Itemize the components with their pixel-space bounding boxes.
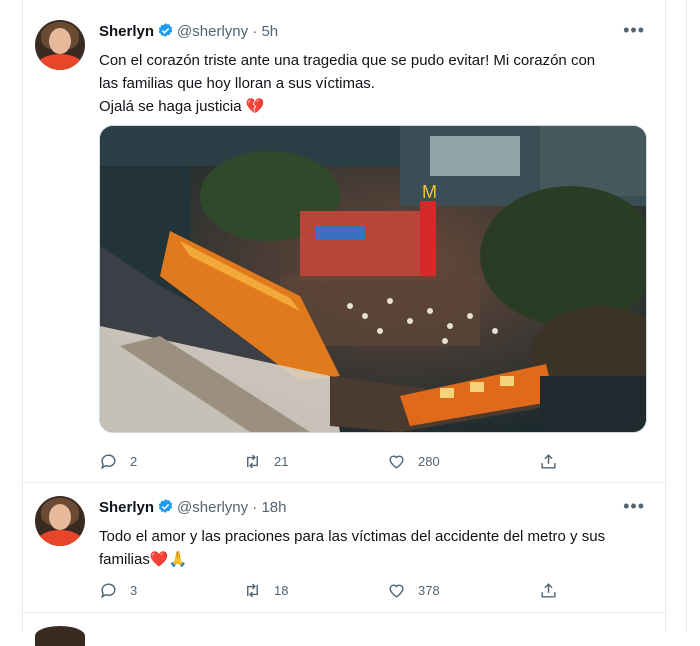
- svg-text:M: M: [422, 182, 437, 202]
- reply-button[interactable]: 2: [99, 451, 137, 471]
- tweet-image[interactable]: M: [99, 125, 647, 433]
- like-count: 280: [418, 453, 440, 469]
- retweet-icon: [247, 583, 258, 597]
- author-handle[interactable]: @sherlyny: [177, 499, 248, 516]
- tweet-text-line: Todo el amor y las praciones para las ví…: [99, 528, 606, 545]
- tweet-time[interactable]: 18h: [261, 499, 286, 516]
- tweet[interactable]: Sherlyn @sherlyny · 18h ••• Todo el amor …: [23, 482, 665, 613]
- author-name[interactable]: Sherlyn: [99, 499, 154, 516]
- tweet-header: Sherlyn @sherlyny · 18h: [99, 498, 287, 521]
- author-handle[interactable]: @sherlyny: [177, 23, 248, 40]
- retweet-button[interactable]: 18: [243, 580, 288, 600]
- tweet-text: Con el corazón triste ante una tragedia …: [99, 49, 649, 118]
- more-icon[interactable]: •••: [623, 496, 645, 517]
- share-button[interactable]: [539, 451, 570, 471]
- separator: ·: [252, 23, 258, 40]
- tweet-text: Todo el amor y las praciones para las ví…: [99, 525, 649, 571]
- retweet-count: 21: [274, 453, 289, 469]
- tweet-time[interactable]: 5h: [261, 23, 278, 40]
- like-count: 378: [418, 582, 440, 598]
- heart-icon: [389, 584, 404, 598]
- verified-badge-icon: [157, 22, 174, 45]
- tweet-header: Sherlyn @sherlyny · 5h: [99, 22, 278, 45]
- separator: ·: [252, 499, 258, 516]
- retweet-button[interactable]: 21: [243, 451, 288, 471]
- metro-accident-photo: M: [100, 126, 646, 432]
- tweet-text-line: Ojalá se haga justicia 💔: [99, 98, 265, 115]
- share-button[interactable]: [539, 580, 570, 600]
- tweet-actions: 3 18 378: [99, 580, 619, 600]
- more-icon[interactable]: •••: [623, 20, 645, 41]
- reply-icon: [100, 582, 116, 598]
- like-button[interactable]: 378: [387, 580, 440, 600]
- reply-count: 3: [130, 582, 138, 598]
- share-icon: [541, 582, 556, 598]
- author-name[interactable]: Sherlyn: [99, 23, 154, 40]
- verified-badge-icon: [157, 498, 174, 521]
- reply-count: 2: [130, 453, 138, 469]
- divider: [686, 0, 687, 632]
- tweet-text-line: familias❤️🙏: [99, 551, 188, 568]
- tweet[interactable]: Sherlyn @sherlyny · 5h ••• Con el corazón…: [23, 8, 665, 483]
- heart-icon: [389, 455, 404, 469]
- share-icon: [541, 453, 556, 469]
- retweet-icon: [247, 454, 258, 468]
- reply-icon: [100, 453, 116, 469]
- avatar[interactable]: [35, 496, 85, 546]
- tweet-actions: 2 21 280: [99, 451, 619, 471]
- avatar[interactable]: [35, 626, 85, 646]
- reply-button[interactable]: 3: [99, 580, 137, 600]
- tweet-text-line: las familias que hoy lloran a sus víctim…: [99, 75, 375, 92]
- avatar[interactable]: [35, 20, 85, 70]
- retweet-count: 18: [274, 582, 289, 598]
- tweet-text-line: Con el corazón triste ante una tragedia …: [99, 52, 596, 69]
- like-button[interactable]: 280: [387, 451, 440, 471]
- timeline-column: Sherlyn @sherlyny · 5h ••• Con el corazón…: [22, 0, 666, 646]
